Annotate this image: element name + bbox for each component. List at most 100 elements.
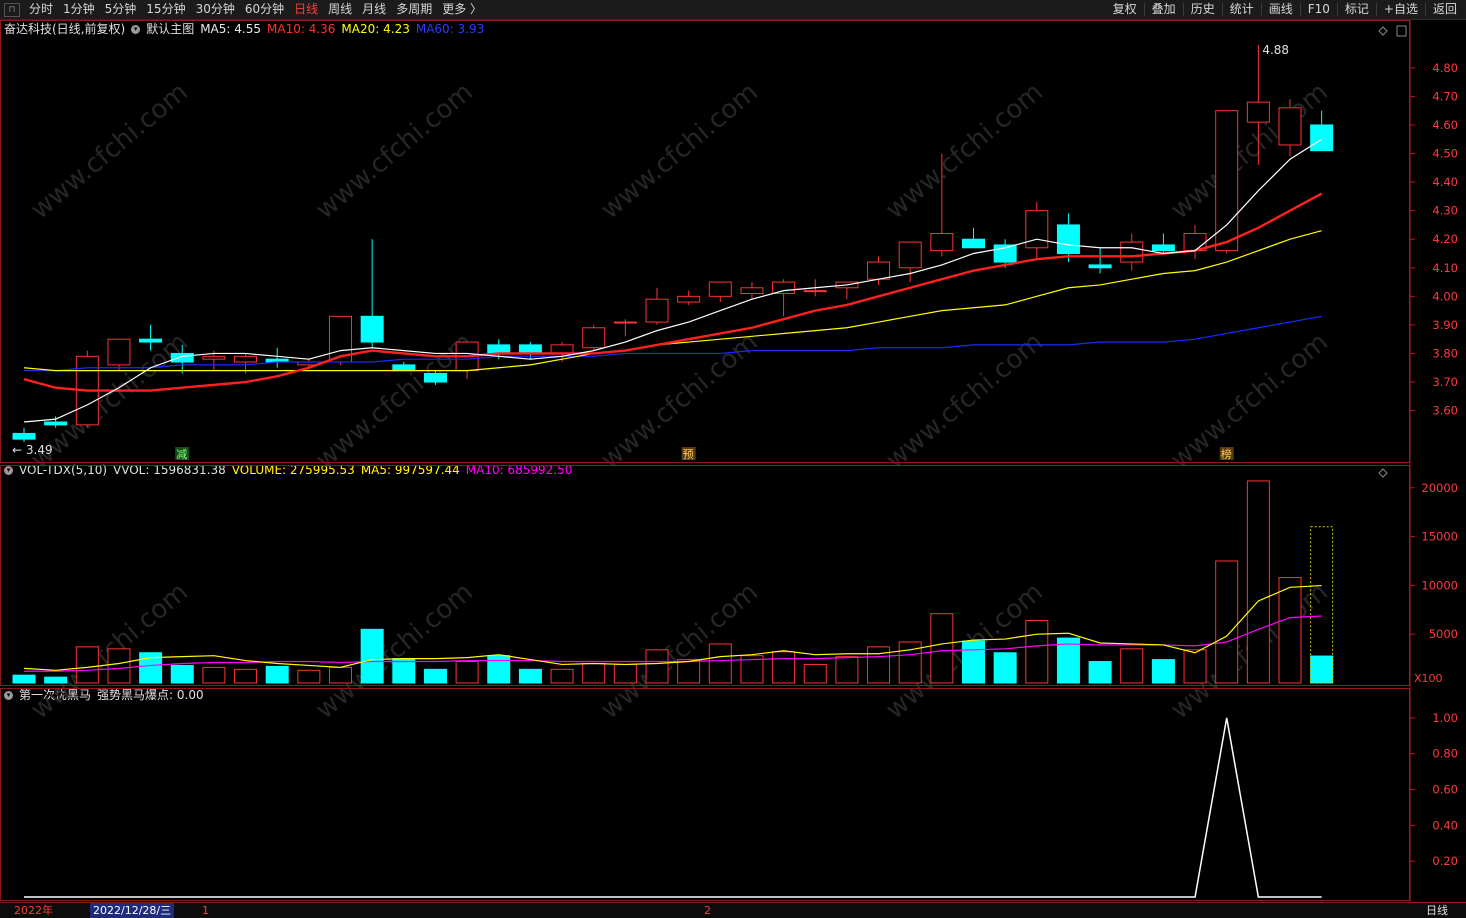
toolbar-separator xyxy=(1221,3,1223,16)
candle-body xyxy=(518,344,542,354)
volume-bar xyxy=(772,651,796,684)
tool-buttons: 复权 叠加 历史 统计 画线 F10 标记 +自选 返回 xyxy=(1108,0,1462,19)
signal-line xyxy=(24,717,1322,898)
volume-bar xyxy=(1088,661,1112,684)
year-label: 2022年 xyxy=(14,904,53,917)
candle-body xyxy=(170,352,194,363)
volume-bar xyxy=(234,668,258,684)
volume-bar xyxy=(613,663,637,684)
panel-option-icon xyxy=(1378,26,1388,36)
panel-maximize-icon xyxy=(1396,25,1407,37)
price-axis-tick-label: 4.60 xyxy=(1432,118,1458,132)
candle-body xyxy=(1151,244,1175,252)
indicator-axis-tick-label: 0.20 xyxy=(1432,854,1458,868)
tool-button-0[interactable]: 复权 xyxy=(1108,0,1142,19)
candle-body xyxy=(1120,241,1144,263)
period-tab-4[interactable]: 30分钟 xyxy=(191,0,240,19)
watermark-text: www.cfchi.com xyxy=(595,327,764,475)
volume-bar xyxy=(1120,648,1144,684)
volume-bar xyxy=(677,659,701,684)
volume-bar xyxy=(44,676,68,684)
period-tab-0[interactable]: 分时 xyxy=(24,0,58,19)
volume-bar xyxy=(962,640,985,684)
window-corner-icon[interactable]: ⊓ xyxy=(4,2,20,17)
candle-body xyxy=(962,238,985,249)
candle-body xyxy=(613,321,637,324)
volume-bar xyxy=(329,666,352,684)
volume-axis-tick-label: 20000 xyxy=(1421,481,1458,495)
candle-body xyxy=(423,372,447,383)
volume-bar xyxy=(170,664,194,684)
tool-button-1[interactable]: 叠加 xyxy=(1147,0,1181,19)
high-price-label: 4.88 xyxy=(1262,43,1289,57)
tool-button-3[interactable]: 统计 xyxy=(1225,0,1259,19)
low-price-label: ← 3.49 xyxy=(12,443,53,457)
period-label[interactable]: 日线 xyxy=(1426,903,1448,918)
price-axis-tick-label: 4.00 xyxy=(1432,289,1458,303)
candle-body xyxy=(550,344,574,354)
toolbar-separator xyxy=(1424,3,1426,16)
watermark-text: www.cfchi.com xyxy=(880,327,1049,475)
volume-bar xyxy=(392,658,416,684)
volume-bar xyxy=(75,646,99,684)
candle-body xyxy=(12,432,36,440)
period-tab-3[interactable]: 15分钟 xyxy=(141,0,190,19)
month1-label: 1 xyxy=(202,904,209,917)
toolbar-separator xyxy=(1336,3,1338,16)
price-axis-tick-label: 4.50 xyxy=(1432,147,1458,161)
volume-bar xyxy=(12,674,36,684)
candle-body xyxy=(645,298,669,323)
volume-bar xyxy=(803,663,827,684)
watermark-text: www.cfchi.com xyxy=(1165,77,1334,225)
period-tab-6[interactable]: 日线 xyxy=(289,0,323,19)
period-tab-8[interactable]: 月线 xyxy=(357,0,391,19)
candle-body xyxy=(392,364,416,372)
volume-bar xyxy=(1025,620,1049,684)
volume-bar xyxy=(360,628,384,684)
period-tab-2[interactable]: 5分钟 xyxy=(100,0,142,19)
watermark-text: www.cfchi.com xyxy=(595,77,764,225)
volume-bar xyxy=(265,665,289,684)
watermark-layer: www.cfchi.com www.cfchi.com www.cfchi.com w… xyxy=(25,77,1334,725)
candle-body xyxy=(740,287,764,294)
toolbar-separator xyxy=(1143,3,1145,16)
indicator-axis-tick-label: 0.60 xyxy=(1432,783,1458,797)
price-axis-tick-label: 4.10 xyxy=(1432,261,1458,275)
toolbar-separator xyxy=(1182,3,1184,16)
period-tabs: ⊓ 分时 1分钟 5分钟 15分钟 30分钟 60分钟 日线 周线 月线 多周期 更多 〉 xyxy=(0,0,487,19)
volume-bar xyxy=(550,668,574,684)
period-tab-10[interactable]: 更多 〉 xyxy=(437,0,487,19)
volume-bar xyxy=(1151,659,1175,684)
volume-bar xyxy=(455,661,479,684)
volume-bar xyxy=(1278,577,1302,684)
candle-body xyxy=(803,290,827,293)
toolbar-separator xyxy=(1375,3,1377,16)
price-axis-tick-label: 4.30 xyxy=(1432,204,1458,218)
volume-bar xyxy=(1310,655,1334,684)
candle-body xyxy=(360,315,384,343)
price-axis-tick-label: 4.80 xyxy=(1432,61,1458,75)
period-tab-1[interactable]: 1分钟 xyxy=(58,0,100,19)
tool-button-8[interactable]: 返回 xyxy=(1428,0,1462,19)
period-tab-5[interactable]: 60分钟 xyxy=(240,0,289,19)
candle-body xyxy=(1278,107,1302,146)
tool-button-2[interactable]: 历史 xyxy=(1186,0,1220,19)
period-tab-7[interactable]: 周线 xyxy=(323,0,357,19)
candle-body xyxy=(44,421,68,426)
price-axis-tick-label: 4.40 xyxy=(1432,175,1458,189)
candle-body xyxy=(708,281,732,297)
tool-button-4[interactable]: 画线 xyxy=(1264,0,1298,19)
month2-label: 2 xyxy=(704,904,711,917)
period-tab-9[interactable]: 多周期 xyxy=(391,0,437,19)
chart-canvas[interactable]: www.cfchi.com www.cfchi.com www.cfchi.com w… xyxy=(0,20,1466,902)
tool-button-5[interactable]: F10 xyxy=(1303,0,1335,19)
tool-button-6[interactable]: 标记 xyxy=(1340,0,1374,19)
tool-button-7[interactable]: +自选 xyxy=(1379,0,1423,19)
volume-bar xyxy=(423,668,447,684)
indicator-axis-tick-label: 1.00 xyxy=(1432,711,1458,725)
volume-bar xyxy=(202,666,226,684)
marker-text: 榜 xyxy=(1221,447,1232,461)
price-axes: 3.60 3.70 3.80 3.90 4.00 4.10 4.20 4.30 4.40 4.50… xyxy=(1378,25,1458,868)
cursor-date-label: 2022/12/28/三 xyxy=(90,903,175,918)
ma10-line xyxy=(23,192,1323,392)
